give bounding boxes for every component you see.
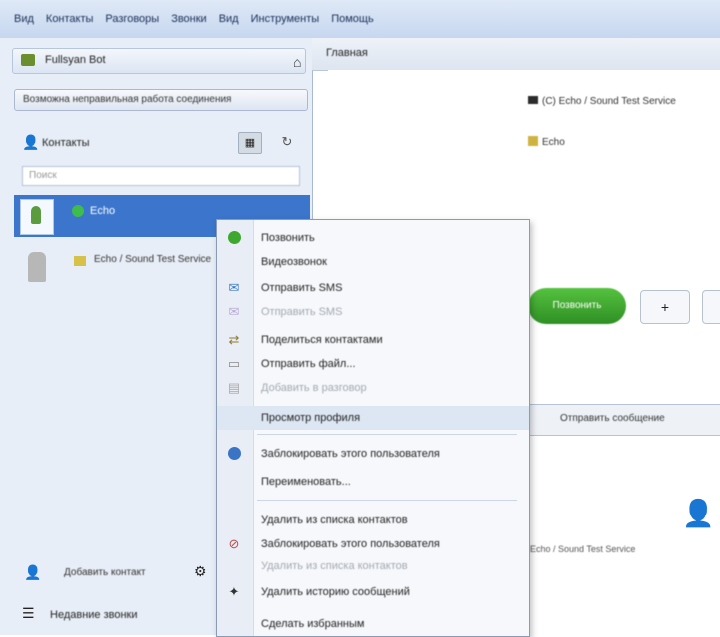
menu-item-view-2[interactable]: Вид xyxy=(219,13,239,25)
tab-strip: Главная xyxy=(312,38,720,71)
add-contact-label: Добавить контакт xyxy=(64,567,146,578)
contact-list-view-icon[interactable]: ▦ xyxy=(238,132,262,154)
contact-row[interactable]: Echo / Sound Test Service xyxy=(14,248,214,284)
contact-figure-icon xyxy=(31,206,41,224)
person-icon-large: 👤 xyxy=(682,498,715,528)
home-icon[interactable]: ⌂ xyxy=(293,54,301,70)
menu-rename[interactable]: Переименовать... xyxy=(217,470,529,494)
online-status-icon xyxy=(72,205,84,217)
add-participant-button[interactable]: + xyxy=(640,290,690,324)
call-icon xyxy=(227,231,241,245)
menu-block-user-2[interactable]: ⊘ Заблокировать этого пользователя xyxy=(217,532,529,556)
person-icon: 👤 xyxy=(22,134,40,150)
block-red-icon: ⊘ xyxy=(228,536,240,551)
file-icon: ▭ xyxy=(227,356,241,371)
account-name: Fullsyan Bot xyxy=(45,54,106,66)
contact-name-2: Echo / Sound Test Service xyxy=(94,254,212,265)
menu-view-profile[interactable]: Просмотр профиля xyxy=(217,406,529,430)
info-line: Echo / Sound Test Service xyxy=(530,544,636,554)
contact-subtitle-text: Echo xyxy=(542,137,565,148)
menu-remove-contact-disabled[interactable]: Удалить из списка контактов xyxy=(217,554,529,578)
gear-icon[interactable]: ⚙ xyxy=(194,563,207,580)
menu-item-view[interactable]: Вид xyxy=(14,13,34,25)
menu-separator xyxy=(257,434,517,435)
contact-title-text: (C) Echo / Sound Test Service xyxy=(542,96,676,107)
connection-status-bar[interactable]: Возможна неправильная работа соединения xyxy=(14,89,308,111)
add-icon: ▤ xyxy=(227,380,241,395)
contacts-label: Контакты xyxy=(42,137,90,149)
context-menu: Позвонить Видеозвонок ✉ Отправить SMS ✉ … xyxy=(216,219,530,637)
refresh-icon[interactable]: ↻ xyxy=(276,132,298,152)
contact-name: Echo xyxy=(90,205,116,217)
share-icon: ⇄ xyxy=(228,332,240,347)
folder-icon xyxy=(74,256,86,266)
sms-icon-2: ✉ xyxy=(228,304,240,319)
menu-send-file[interactable]: ▭ Отправить файл... xyxy=(217,352,529,376)
menu-item-tools[interactable]: Инструменты xyxy=(251,13,320,25)
contacts-header: 👤 Контакты ▦ ↻ xyxy=(16,130,306,158)
account-bar[interactable]: Fullsyan Bot ⌂ xyxy=(12,48,306,74)
menu-share-contacts[interactable]: ⇄ Поделиться контактами xyxy=(217,328,529,352)
menu-remove-contact[interactable]: Удалить из списка контактов xyxy=(217,508,529,532)
menu-item-calls[interactable]: Звонки xyxy=(171,13,207,25)
menu-add-to-conversation[interactable]: ▤ Добавить в разговор xyxy=(217,376,529,400)
menu-call[interactable]: Позвонить xyxy=(217,226,529,250)
menu-item-conversations[interactable]: Разговоры xyxy=(105,13,159,25)
pin-icon: ✦ xyxy=(228,584,240,599)
avatar-placeholder xyxy=(28,252,46,282)
contact-title: (C) Echo / Sound Test Service xyxy=(528,96,676,107)
menu-item-help[interactable]: Помощь xyxy=(331,13,374,25)
menu-send-sms[interactable]: ✉ Отправить SMS xyxy=(217,276,529,300)
list-icon: ☰ xyxy=(22,605,35,621)
menu-delete-history[interactable]: ✦ Удалить историю сообщений xyxy=(217,580,529,604)
recent-calls-label: Недавние звонки xyxy=(50,609,138,621)
connection-status-text: Возможна неправильная работа соединения xyxy=(23,94,232,105)
menu-send-sms-disabled[interactable]: ✉ Отправить SMS xyxy=(217,300,529,324)
message-tab-bar: Отправить сообщение xyxy=(530,404,720,436)
send-message-tab[interactable]: Отправить сообщение xyxy=(560,413,665,424)
account-status-icon xyxy=(21,54,35,66)
recent-calls-row[interactable]: ☰ Недавние звонки xyxy=(14,600,214,630)
more-button[interactable] xyxy=(702,290,720,324)
menu-block-user[interactable]: Заблокировать этого пользователя xyxy=(217,442,529,466)
menu-item-contacts[interactable]: Контакты xyxy=(46,13,94,25)
folder-icon-2 xyxy=(528,136,538,146)
add-person-icon: 👤 xyxy=(24,564,42,580)
block-icon xyxy=(227,447,241,461)
menu-make-favorite[interactable]: Сделать избранным xyxy=(217,612,529,636)
menu-separator-2 xyxy=(257,500,517,501)
phone-icon xyxy=(528,96,538,104)
tab-home[interactable]: Главная xyxy=(326,47,368,59)
add-contact-row[interactable]: 👤 Добавить контакт ⚙ xyxy=(14,558,214,588)
menu-bar: Вид Контакты Разговоры Звонки Вид Инстру… xyxy=(0,0,720,39)
sms-icon: ✉ xyxy=(228,280,240,295)
call-button[interactable]: Позвонить xyxy=(528,288,626,324)
menu-video-call[interactable]: Видеозвонок xyxy=(217,250,529,274)
avatar xyxy=(20,199,54,235)
contact-subtitle: Echo xyxy=(528,136,565,148)
search-input[interactable]: Поиск xyxy=(22,166,300,186)
